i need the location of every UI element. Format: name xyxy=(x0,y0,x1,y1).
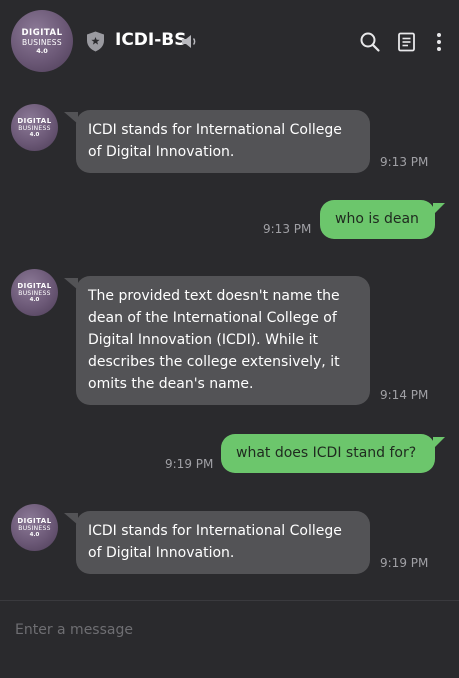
avatar-line2: BUSINESS xyxy=(18,525,51,532)
incoming-message-bubble[interactable]: ICDI stands for International College of… xyxy=(64,511,370,574)
message-avatar[interactable]: DIGITAL BUSINESS 4.0 xyxy=(11,269,58,316)
chat-header: DIGITAL BUSINESS 4.0 ICDI-BS xyxy=(0,0,459,84)
chat-title: ICDI-BS xyxy=(115,30,187,50)
message-composer xyxy=(0,600,459,678)
avatar-line3: 4.0 xyxy=(36,46,48,55)
avatar-line2: BUSINESS xyxy=(22,37,62,47)
outgoing-message-bubble[interactable]: what does ICDI stand for? xyxy=(221,434,445,473)
avatar-line2: BUSINESS xyxy=(18,125,51,132)
message-timestamp: 9:14 PM xyxy=(380,388,429,402)
speaker-icon[interactable] xyxy=(181,33,198,50)
incoming-message-bubble[interactable]: ICDI stands for International College of… xyxy=(64,110,370,173)
avatar-line3: 4.0 xyxy=(29,297,40,303)
bot-avatar[interactable]: DIGITAL BUSINESS 4.0 xyxy=(11,10,73,72)
notes-icon[interactable] xyxy=(396,31,418,53)
avatar-line1: DIGITAL xyxy=(21,27,63,38)
message-avatar[interactable]: DIGITAL BUSINESS 4.0 xyxy=(11,504,58,551)
message-avatar[interactable]: DIGITAL BUSINESS 4.0 xyxy=(11,104,58,151)
search-icon[interactable] xyxy=(359,31,381,53)
avatar-line3: 4.0 xyxy=(29,532,40,538)
outgoing-message-bubble[interactable]: who is dean xyxy=(320,200,445,239)
avatar-line2: BUSINESS xyxy=(18,290,51,297)
avatar-line1: DIGITAL xyxy=(17,117,52,125)
avatar-line1: DIGITAL xyxy=(17,282,52,290)
incoming-message-bubble[interactable]: The provided text doesn't name the dean … xyxy=(64,276,370,405)
avatar-line1: DIGITAL xyxy=(17,517,52,525)
shield-icon xyxy=(87,31,104,52)
message-timestamp: 9:19 PM xyxy=(380,556,429,570)
more-vertical-icon[interactable] xyxy=(428,31,450,53)
avatar-line3: 4.0 xyxy=(29,132,40,138)
message-input[interactable] xyxy=(13,617,447,643)
message-timestamp: 9:13 PM xyxy=(380,155,429,169)
message-timestamp: 9:19 PM xyxy=(165,457,214,471)
message-timestamp: 9:13 PM xyxy=(263,222,312,236)
